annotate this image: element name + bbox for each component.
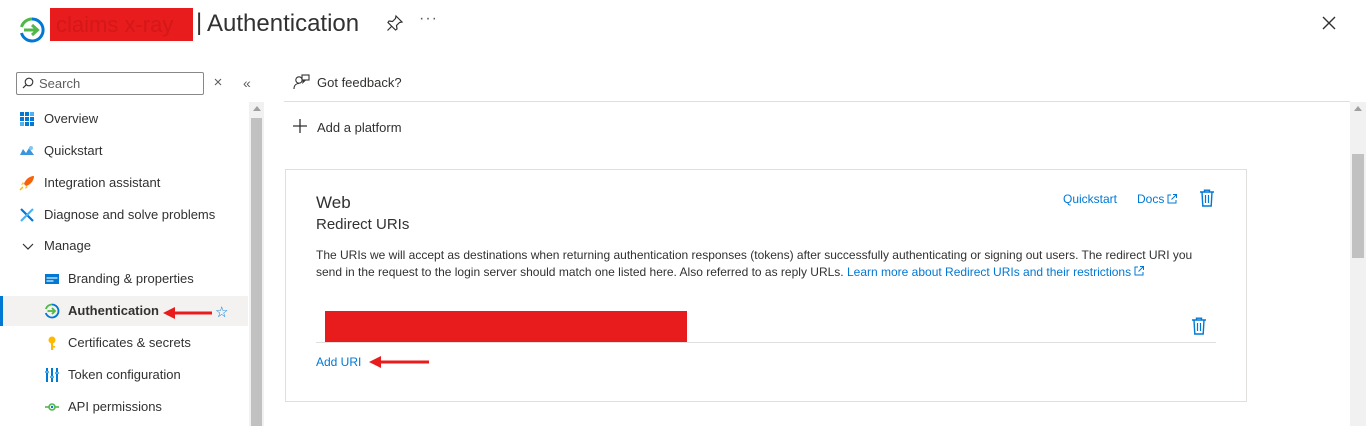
command-bar (284, 66, 1350, 102)
learn-more-link[interactable]: Learn more about Redirect URIs and their… (847, 265, 1131, 279)
annotation-arrow-icon (369, 356, 429, 368)
external-link-icon (1167, 194, 1177, 204)
api-permissions-icon (45, 403, 59, 411)
feedback-icon[interactable] (293, 74, 310, 91)
search-icon (22, 77, 34, 89)
rocket-icon (19, 176, 34, 191)
sidebar-item-certificates-and-secrets[interactable]: Certificates & secrets (0, 328, 248, 358)
wrench-icon (20, 208, 34, 222)
clear-search-icon[interactable] (212, 76, 224, 88)
favorite-star-icon[interactable]: ☆ (215, 303, 228, 321)
card-title: Web (316, 193, 351, 212)
docs-link[interactable]: Docs (1137, 192, 1164, 206)
sidebar-scroll-up-icon[interactable] (253, 106, 261, 111)
sidebar-item-api-permissions[interactable]: API permissions (0, 392, 248, 422)
sidebar-item-branding-and-properties[interactable]: Branding & properties (0, 264, 248, 294)
authentication-icon (44, 303, 60, 319)
app-registration-logo-icon (20, 17, 45, 43)
overview-grid-icon (20, 112, 34, 126)
sidebar-scrollbar-thumb[interactable] (251, 118, 262, 426)
delete-platform-icon[interactable] (1199, 189, 1215, 207)
more-options-icon[interactable]: ··· (419, 10, 438, 28)
page-title: Authentication (207, 10, 360, 37)
quickstart-link[interactable]: Quickstart (1063, 192, 1117, 206)
main-scrollbar[interactable] (1350, 102, 1366, 426)
sidebar-item-label: Token configuration (68, 367, 181, 382)
sidebar-item-label: Diagnose and solve problems (44, 207, 216, 222)
sidebar-item-label: Integration assistant (44, 175, 161, 190)
feedback-button[interactable]: Got feedback? (317, 75, 402, 90)
chevron-down-icon (22, 243, 34, 250)
token-bars-icon (45, 368, 59, 382)
sidebar-item-label: Overview (44, 111, 99, 126)
close-icon[interactable] (1320, 14, 1338, 32)
sidebar-item-label: Certificates & secrets (68, 335, 191, 350)
pin-icon[interactable] (386, 14, 404, 32)
app-name: claims x-ray (56, 12, 174, 37)
add-uri-link[interactable]: Add URI (316, 355, 361, 369)
main-scrollbar-thumb[interactable] (1352, 154, 1364, 258)
redirect-uris-description: The URIs we will accept as destinations … (316, 247, 1216, 281)
sidebar-item-label: API permissions (68, 399, 162, 414)
annotation-arrow-icon (163, 307, 212, 319)
sidebar-item-diagnose-and-solve-problems[interactable]: Diagnose and solve problems (0, 200, 248, 230)
search-box[interactable] (16, 72, 204, 95)
sidebar-item-label: Quickstart (44, 143, 103, 158)
sidebar-group-manage[interactable]: Manage (0, 231, 248, 261)
sidebar-item-quickstart[interactable]: Quickstart (0, 136, 248, 166)
collapse-sidebar-icon[interactable]: « (243, 75, 251, 91)
title-separator: | (196, 9, 203, 36)
sidebar-item-label: Authentication (68, 303, 159, 318)
sidebar-item-label: Manage (44, 238, 91, 253)
redirect-uri-redaction[interactable] (325, 311, 687, 342)
quickstart-cloud-icon (20, 146, 34, 155)
search-input[interactable] (39, 75, 194, 91)
branding-icon (45, 274, 59, 284)
main-scroll-up-icon[interactable] (1354, 106, 1362, 111)
sidebar-item-integration-assistant[interactable]: Integration assistant (0, 168, 248, 198)
sidebar-item-token-configuration[interactable]: Token configuration (0, 360, 248, 390)
key-icon (48, 336, 56, 350)
add-platform-button[interactable]: Add a platform (317, 120, 402, 135)
external-link-icon (1134, 266, 1145, 276)
add-icon[interactable] (292, 118, 308, 134)
sidebar-item-overview[interactable]: Overview (0, 104, 248, 134)
card-subtitle: Redirect URIs (316, 216, 410, 233)
delete-uri-icon[interactable] (1191, 317, 1207, 335)
sidebar-item-label: Branding & properties (68, 271, 194, 286)
